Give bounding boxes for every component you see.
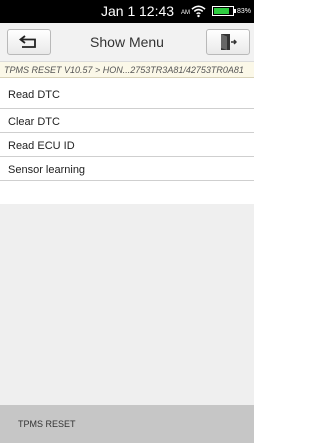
menu-item-sensor-learning[interactable]: Sensor learning xyxy=(0,157,254,181)
exit-door-icon xyxy=(221,34,237,50)
breadcrumb: TPMS RESET V10.57 > HON...2753TR3A81/427… xyxy=(0,62,254,78)
status-ampm: AM xyxy=(181,10,190,16)
footer-bar: TPMS RESET xyxy=(0,405,254,443)
menu-item-read-ecu-id[interactable]: Read ECU ID xyxy=(0,133,254,157)
status-date: Jan 1 xyxy=(101,3,136,19)
menu-list: Read DTC Clear DTC Read ECU ID Sensor le… xyxy=(0,78,254,181)
battery-icon xyxy=(212,6,236,16)
toolbar: Show Menu xyxy=(0,23,254,62)
empty-content-area xyxy=(0,204,254,405)
exit-button[interactable] xyxy=(206,29,250,55)
menu-item-clear-dtc[interactable]: Clear DTC xyxy=(0,109,254,133)
back-arrow-icon xyxy=(19,35,36,48)
page-title: Show Menu xyxy=(90,34,164,50)
battery-percent: 83% xyxy=(237,8,252,15)
footer-label: TPMS RESET xyxy=(18,419,76,429)
back-button[interactable] xyxy=(7,29,51,55)
wifi-icon xyxy=(191,5,206,18)
status-time: 12:43 xyxy=(139,3,175,19)
status-bar: Jan 1 12:43 AM 83% xyxy=(0,0,254,23)
menu-item-read-dtc[interactable]: Read DTC xyxy=(0,78,254,109)
